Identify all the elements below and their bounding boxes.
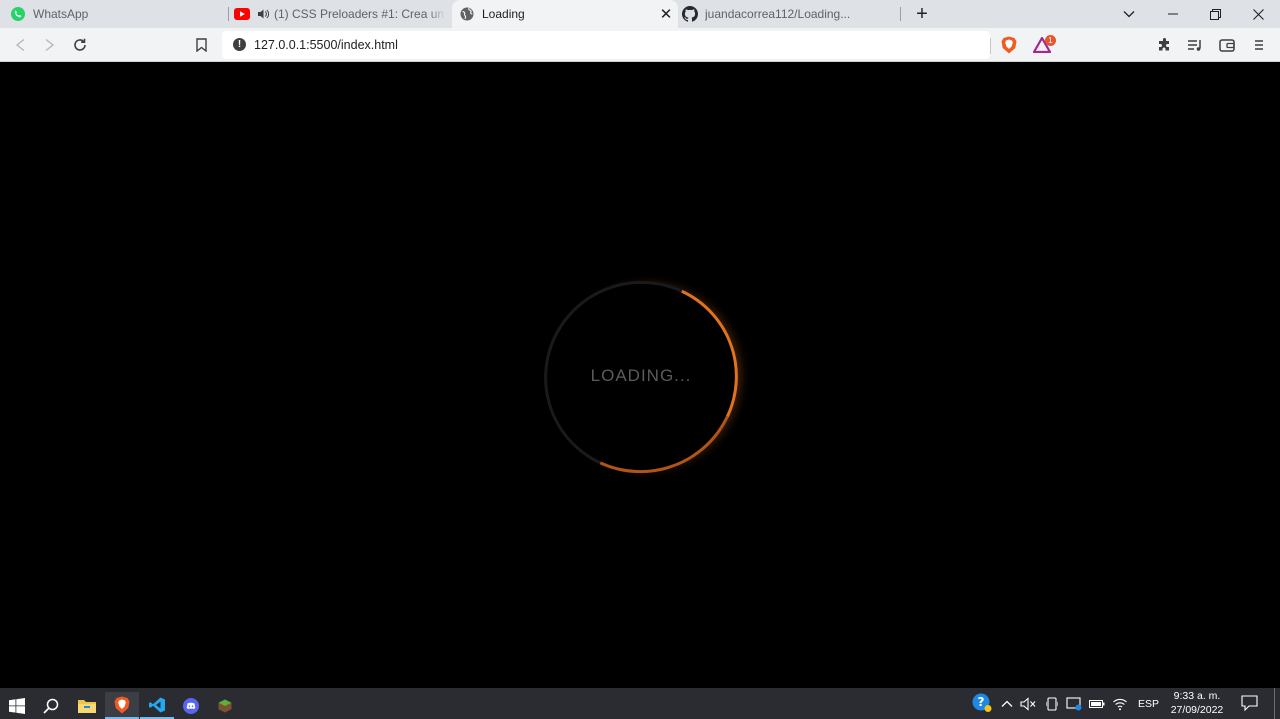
clock-date[interactable]: 27/09/2022 [1168,704,1226,716]
close-window-icon[interactable] [1237,0,1279,28]
tab-title: juandacorrea112/Loading... [705,7,851,21]
language-indicator[interactable]: ESP [1138,698,1159,710]
speaker-icon[interactable] [257,6,269,22]
vscode-icon[interactable] [140,692,174,719]
windows-start-icon[interactable] [0,692,34,719]
minecraft-icon[interactable] [208,692,242,719]
github-icon [682,6,698,22]
svg-text:?: ? [978,695,985,709]
volume-muted-icon[interactable] [1020,696,1036,712]
search-icon[interactable] [34,692,68,719]
tab-title: WhatsApp [33,7,89,21]
tab-youtube[interactable]: (1) CSS Preloaders #1: Crea un Indicador… [234,0,446,28]
loading-text: LOADING... [590,366,692,385]
site-info-icon[interactable]: ! [233,38,246,51]
forward-icon[interactable] [40,35,60,55]
tab-search-icon[interactable] [1108,0,1150,28]
minimize-icon[interactable] [1152,0,1194,28]
file-explorer-icon[interactable] [70,692,104,719]
notifications-icon[interactable] [1240,694,1258,712]
youtube-icon [234,6,250,22]
device-icon[interactable] [1044,696,1060,712]
new-tab-button[interactable]: + [911,3,933,25]
tab-divider [900,7,901,21]
battery-icon[interactable] [1089,696,1105,712]
tab-loading-active[interactable]: Loading [452,0,678,28]
tab-github[interactable]: juandacorrea112/Loading... [682,0,892,28]
help-icon[interactable]: ? [972,693,992,713]
reload-icon[interactable] [70,35,90,55]
back-icon[interactable] [10,35,30,55]
clock-time[interactable]: 9:33 a. m. [1168,690,1226,702]
url-text[interactable]: 127.0.0.1:5500/index.html [254,38,398,52]
tab-title: (1) CSS Preloaders #1: Crea un Indicador… [274,7,446,21]
globe-icon [459,6,475,22]
menu-icon[interactable] [1249,35,1269,55]
show-desktop-divider[interactable] [1274,688,1275,719]
restore-icon[interactable] [1194,0,1236,28]
discord-icon[interactable] [174,692,208,719]
tray-overflow-icon[interactable] [999,696,1015,712]
tab-title-fade [428,0,446,28]
tab-title: Loading [482,7,525,21]
tab-whatsapp[interactable]: WhatsApp [10,0,222,28]
wallet-icon[interactable] [1217,35,1237,55]
tab-strip: WhatsApp (1) CSS Preloaders #1: Crea un … [0,0,1280,28]
bookmark-icon[interactable] [191,35,211,55]
extensions-icon[interactable] [1155,35,1175,55]
browser-toolbar: ! 127.0.0.1:5500/index.html [0,28,1280,62]
display-icon[interactable] [1066,696,1082,712]
address-bar[interactable]: ! 127.0.0.1:5500/index.html [222,31,990,59]
page-content: LOADING... [0,63,1280,688]
close-tab-icon[interactable]: ✕ [658,5,674,23]
toolbar-divider [990,38,991,54]
brave-browser-icon[interactable] [105,692,139,719]
wifi-icon[interactable] [1112,696,1128,712]
reading-list-icon[interactable] [1185,35,1205,55]
windows-taskbar: ? ESP 9:33 a. m. 27/09/2022 [0,688,1280,719]
whatsapp-icon [10,6,26,22]
tab-divider [228,7,229,21]
rewards-badge: 1 [1045,35,1056,46]
brave-shields-icon[interactable] [999,35,1019,55]
